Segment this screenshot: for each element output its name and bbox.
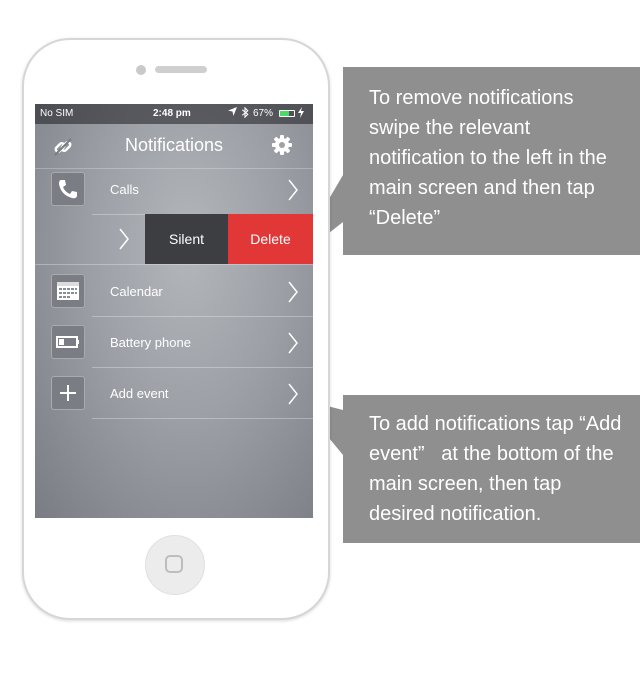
row-label-calls: Calls bbox=[110, 182, 139, 197]
callout-line: main screen, then tap bbox=[369, 473, 562, 495]
battery-fill bbox=[280, 111, 290, 116]
delete-label: Delete bbox=[250, 231, 291, 247]
bluetooth-icon bbox=[241, 106, 249, 121]
battery-icon bbox=[51, 325, 85, 359]
plus-icon bbox=[51, 376, 85, 410]
front-camera bbox=[136, 65, 146, 75]
list-item-add-event[interactable]: Add event bbox=[35, 369, 313, 419]
callout-line: “Delete” bbox=[369, 207, 441, 229]
row-label-calendar: Calendar bbox=[110, 284, 163, 299]
callout-line: notification to the left in the bbox=[369, 147, 607, 169]
callout-line: swipe the relevant bbox=[369, 117, 531, 139]
status-bar: No SIM 2:48 pm 67% bbox=[35, 104, 313, 124]
chevron-right-icon bbox=[118, 227, 130, 256]
row-divider bbox=[92, 316, 313, 317]
nav-bar: Notifications bbox=[35, 124, 313, 169]
callout-line: To remove notifications bbox=[369, 87, 574, 109]
list-item-battery-phone[interactable]: Battery phone bbox=[35, 318, 313, 368]
chevron-right-icon bbox=[287, 280, 299, 309]
delete-button[interactable]: Delete bbox=[228, 214, 313, 264]
row-divider bbox=[92, 367, 313, 368]
home-square-icon bbox=[165, 555, 183, 573]
callout-line: To add notifications tap “Add bbox=[369, 413, 622, 435]
callout-line: desired notification. bbox=[369, 503, 542, 525]
battery-icon bbox=[279, 110, 295, 117]
chevron-right-icon bbox=[287, 331, 299, 360]
row-label-add-event: Add event bbox=[110, 386, 169, 401]
earpiece-speaker bbox=[155, 66, 207, 73]
calendar-icon bbox=[51, 274, 85, 308]
gear-icon[interactable] bbox=[271, 134, 293, 161]
phone-screen: No SIM 2:48 pm 67% Notifications Calls S… bbox=[35, 104, 313, 518]
row-divider bbox=[92, 418, 313, 419]
chevron-right-icon bbox=[287, 382, 299, 411]
status-time: 2:48 pm bbox=[153, 108, 191, 119]
list-item-calendar[interactable]: Calendar bbox=[35, 267, 313, 317]
battery-percent: 67% bbox=[253, 108, 274, 119]
silent-button[interactable]: Silent bbox=[145, 214, 228, 264]
remove-notifications-callout: To remove notifications swipe the releva… bbox=[343, 67, 640, 255]
chevron-right-icon bbox=[287, 178, 299, 207]
row-divider bbox=[35, 264, 313, 265]
carrier-label: No SIM bbox=[40, 108, 74, 119]
list-item-calls[interactable]: Calls bbox=[35, 165, 313, 215]
home-button[interactable] bbox=[145, 535, 205, 595]
row-label-battery-phone: Battery phone bbox=[110, 335, 191, 350]
location-arrow-icon bbox=[228, 107, 237, 119]
charging-icon bbox=[298, 107, 304, 121]
add-notifications-callout: To add notifications tap “Add event” at … bbox=[343, 395, 640, 543]
callout-line: main screen and then tap bbox=[369, 177, 595, 199]
phone-icon bbox=[51, 172, 85, 206]
callout-line: event” at the bottom of the bbox=[369, 443, 614, 465]
silent-label: Silent bbox=[168, 231, 205, 247]
